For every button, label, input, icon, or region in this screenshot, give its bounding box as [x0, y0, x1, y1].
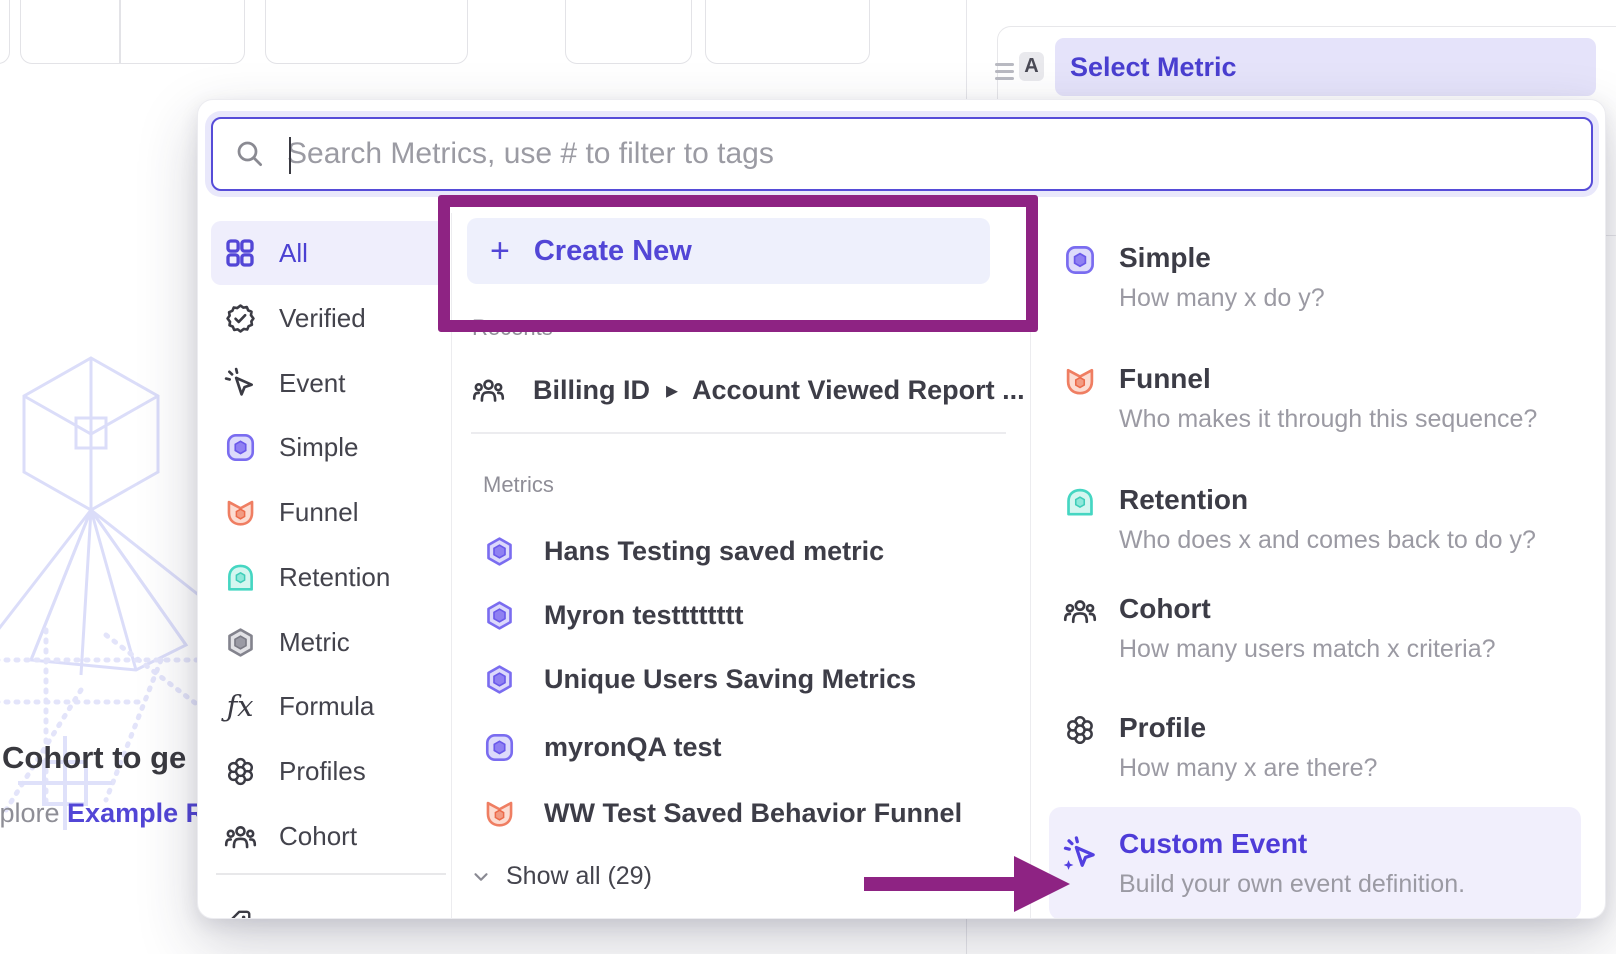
- option-custom-event[interactable]: Custom Event Build your own event defini…: [1049, 807, 1581, 919]
- segment-divider: [119, 0, 121, 63]
- chevron-down-icon: [470, 866, 492, 888]
- verified-badge-icon: [223, 301, 257, 335]
- middle-column-divider: [1030, 213, 1031, 919]
- app-screen: 12M YTD Compare Day Line: [0, 0, 1616, 954]
- date-range-control[interactable]: 12M YTD: [20, 0, 245, 64]
- sidebar-item-retention[interactable]: Retention: [211, 545, 447, 609]
- metric-hexagon-icon: [223, 625, 257, 659]
- create-new-label: Create New: [534, 235, 692, 268]
- sidebar-item-funnel[interactable]: Funnel: [211, 480, 447, 544]
- plus-icon: +: [490, 234, 510, 268]
- drag-handle-icon[interactable]: [995, 63, 1014, 83]
- query-row-badge: A: [1019, 52, 1044, 81]
- show-all-button[interactable]: Show all (29): [470, 862, 652, 891]
- example-link[interactable]: Example R: [67, 798, 205, 828]
- event-cursor-icon: [223, 366, 257, 400]
- metric-hexagon-icon: [483, 663, 516, 696]
- metric-hexagon-icon: [483, 535, 516, 568]
- sidebar-item-partial[interactable]: [223, 908, 407, 919]
- metric-list-item[interactable]: Hans Testing saved metric: [483, 527, 884, 575]
- sidebar-item-all[interactable]: All: [211, 221, 447, 285]
- cohort-icon: [1063, 594, 1097, 628]
- sidebar-item-event[interactable]: Event: [211, 351, 447, 415]
- compare-button[interactable]: Compare: [265, 0, 468, 64]
- granularity-button[interactable]: Day: [565, 0, 692, 64]
- retention-icon: [1063, 485, 1097, 519]
- toolbar-edge-button[interactable]: [0, 0, 10, 64]
- cohort-icon: [223, 819, 257, 853]
- simple-icon: [223, 430, 257, 464]
- metrics-header: Metrics: [483, 472, 554, 498]
- sidebar-item-cohort[interactable]: Cohort: [211, 804, 447, 868]
- explore-prefix: xplore: [0, 798, 67, 828]
- select-metric-field[interactable]: Select Metric: [1055, 38, 1596, 96]
- metric-list-item[interactable]: Myron testttttttt: [483, 591, 743, 639]
- metric-list-item[interactable]: myronQA test: [483, 723, 722, 771]
- funnel-icon: [223, 495, 257, 529]
- search-box[interactable]: [211, 117, 1593, 191]
- recents-metrics-divider: [471, 432, 1006, 434]
- custom-event-icon: [1059, 833, 1099, 873]
- cohort-icon: [472, 374, 505, 407]
- metric-picker-dropdown: All Verified Event Simple Funnel Retenti…: [197, 99, 1606, 919]
- search-icon: [235, 139, 265, 169]
- create-new-button[interactable]: + Create New: [467, 218, 990, 284]
- funnel-icon: [1063, 364, 1097, 398]
- retention-icon: [223, 560, 257, 594]
- select-metric-label: Select Metric: [1070, 52, 1237, 83]
- sidebar-column-divider: [451, 213, 452, 919]
- chart-type-button[interactable]: Line: [705, 0, 870, 64]
- simple-icon: [1063, 243, 1097, 277]
- sidebar-item-metric[interactable]: Metric: [211, 610, 447, 674]
- recent-item-billing[interactable]: Billing ID ▸ Account Viewed Report ...: [472, 366, 1025, 414]
- recents-header: Recents: [472, 315, 553, 341]
- metric-list-item[interactable]: Unique Users Saving Metrics: [483, 655, 916, 703]
- sidebar-item-simple[interactable]: Simple: [211, 415, 447, 479]
- profiles-icon: [223, 754, 257, 788]
- funnel-icon: [483, 797, 516, 830]
- grid-icon: [223, 236, 257, 270]
- tag-icon: [223, 908, 253, 919]
- profiles-icon: [1063, 713, 1097, 747]
- search-input[interactable]: [285, 136, 1591, 172]
- text-cursor: [289, 137, 291, 174]
- sidebar-item-verified[interactable]: Verified: [211, 286, 447, 350]
- metric-hexagon-icon: [483, 599, 516, 632]
- simple-icon: [483, 731, 516, 764]
- sidebar-item-profiles[interactable]: Profiles: [211, 739, 447, 803]
- canvas-heading-text: Cohort to ge: [2, 740, 186, 776]
- metric-list-item[interactable]: WW Test Saved Behavior Funnel: [483, 789, 962, 837]
- sidebar-section-divider: [216, 873, 446, 875]
- canvas-explore-text: xplore Example R: [0, 798, 205, 829]
- formula-icon: ƒx: [223, 689, 257, 723]
- breadcrumb-caret-icon: ▸: [666, 376, 678, 405]
- sidebar-item-formula[interactable]: ƒx Formula: [211, 674, 447, 738]
